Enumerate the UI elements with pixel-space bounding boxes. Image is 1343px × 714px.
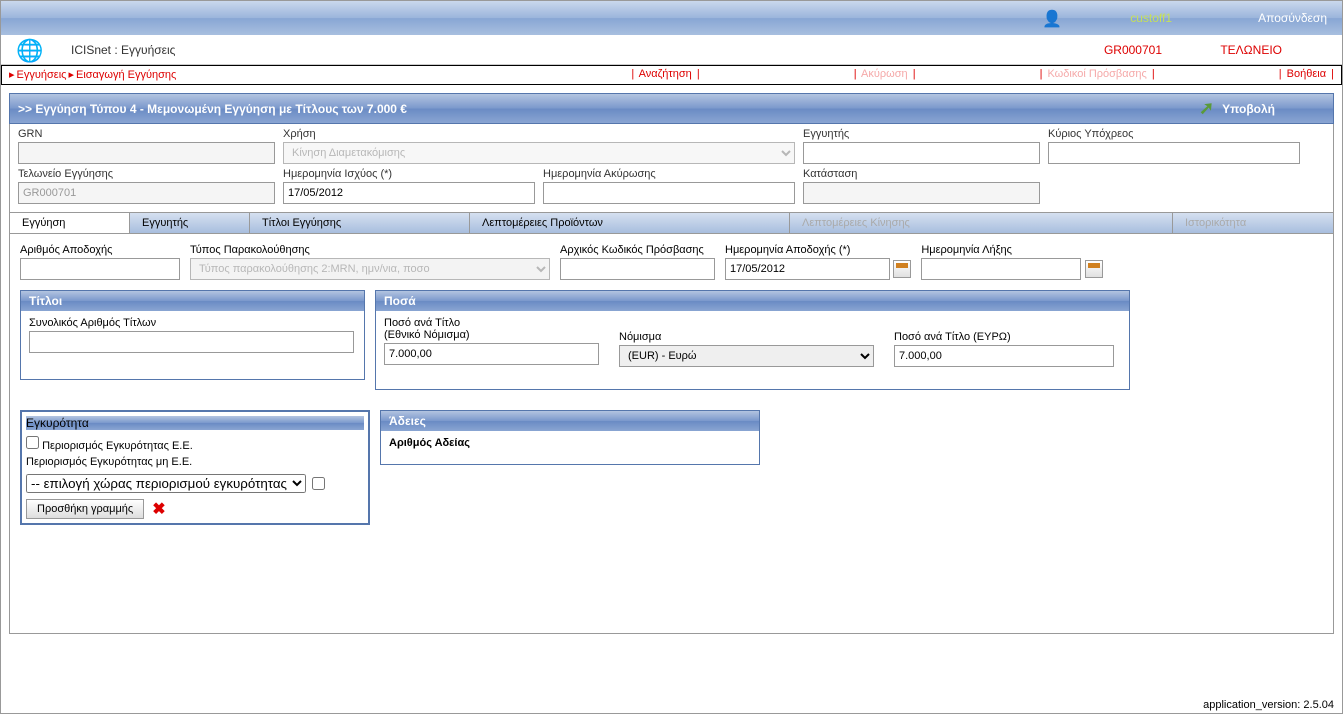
breadcrumb: ▸Εγγυήσεις▸Εισαγωγή Εγγύησης [7, 68, 176, 82]
limit-eu-checkbox[interactable] [26, 436, 39, 449]
bc-part1[interactable]: Εγγυήσεις [17, 69, 67, 81]
currency-label: Νόμισμα [619, 331, 874, 343]
amounts-panel: Ποσά Ποσό ανά Τίτλο(Εθνικό Νόμισμα) Νόμι… [375, 290, 1130, 390]
username-link[interactable]: custoff1 [1130, 11, 1172, 25]
tab-content: Αριθμός Αποδοχής Τύπος Παρακολούθησης Τύ… [9, 234, 1334, 634]
titles-panel: Τίτλοι Συνολικός Αριθμός Τίτλων [20, 290, 365, 380]
licenses-panel: Άδειες Αριθμός Αδείας [380, 410, 760, 465]
license-num-label: Αριθμός Αδείας [389, 437, 751, 449]
valid-date-input[interactable] [283, 182, 535, 204]
guarantor-input[interactable] [803, 142, 1040, 164]
submit-arrow-icon: ➚ [1199, 98, 1214, 119]
office-field-label: Τελωνείο Εγγύησης [18, 168, 275, 180]
accept-num-label: Αριθμός Αποδοχής [20, 244, 180, 256]
accept-num-input[interactable] [20, 258, 180, 280]
limit-noneu-label: Περιορισμός Εγκυρότητας μη Ε.Ε. [26, 456, 192, 468]
calendar-icon[interactable] [1085, 260, 1103, 278]
tab-history: Ιστορικότητα [1173, 213, 1333, 233]
valid-date-label: Ημερομηνία Ισχύος (*) [283, 168, 535, 180]
grn-label: GRN [18, 128, 275, 140]
accept-date-label: Ημερομηνία Αποδοχής (*) [725, 244, 911, 256]
total-titles-input[interactable] [29, 331, 354, 353]
globe-icon: 🌐 [16, 38, 43, 64]
limit-eu-label: Περιορισμός Εγκυρότητας Ε.Ε. [42, 440, 193, 452]
usage-select[interactable]: Κίνηση Διαμετακόμισης [283, 142, 795, 164]
status-input [803, 182, 1040, 204]
usage-label: Χρήση [283, 128, 795, 140]
form-grid: GRN Χρήση Κίνηση Διαμετακόμισης Εγγυητής… [9, 124, 1334, 213]
amount-euro-label: Ποσό ανά Τίτλο (ΕΥΡΩ) [894, 331, 1114, 343]
tab-movement: Λεπτομέρειες Κίνησης [790, 213, 1173, 233]
guarantor-label: Εγγυητής [803, 128, 1040, 140]
initial-code-input[interactable] [560, 258, 715, 280]
principal-input[interactable] [1048, 142, 1300, 164]
initial-code-label: Αρχικός Κωδικός Πρόσβασης [560, 244, 715, 256]
app-header: 🌐 ICISnet : Εγγυήσεις GR000701 ΤΕΛΩΝΕΙΟ [1, 35, 1342, 65]
expiry-date-input[interactable] [921, 258, 1081, 280]
titles-panel-header: Τίτλοι [21, 291, 364, 311]
calendar-icon[interactable] [893, 260, 911, 278]
office-code: GR000701 [1104, 43, 1162, 57]
licenses-panel-header: Άδειες [381, 411, 759, 431]
grn-input [18, 142, 275, 164]
bc-part2[interactable]: Εισαγωγή Εγγύησης [76, 69, 176, 81]
amount-national-input[interactable] [384, 343, 599, 365]
topbar: 👤 custoff1 Αποσύνδεση [1, 1, 1342, 35]
panel-header: >> Εγγύηση Τύπου 4 - Μεμονωμένη Εγγύηση … [9, 93, 1334, 124]
delete-icon[interactable]: ✖ [152, 499, 165, 519]
cancel-date-label: Ημερομηνία Ακύρωσης [543, 168, 795, 180]
nav-search[interactable]: Αναζήτηση [639, 68, 692, 80]
nav-help[interactable]: Βοήθεια [1287, 68, 1326, 80]
monitor-type-label: Τύπος Παρακολούθησης [190, 244, 550, 256]
footer-version: application_version: 2.5.04 [1203, 699, 1334, 711]
total-titles-label: Συνολικός Αριθμός Τίτλων [29, 317, 356, 329]
amounts-panel-header: Ποσά [376, 291, 1129, 311]
logout-link[interactable]: Αποσύνδεση [1258, 11, 1327, 25]
accept-date-input[interactable] [725, 258, 890, 280]
breadcrumb-bar: ▸Εγγυήσεις▸Εισαγωγή Εγγύησης | Αναζήτηση… [1, 65, 1342, 85]
cancel-date-input[interactable] [543, 182, 795, 204]
tabs: Εγγύηση Εγγυητής Τίτλοι Εγγύησης Λεπτομέ… [9, 213, 1334, 234]
add-row-button[interactable]: Προσθήκη γραμμής [26, 499, 144, 519]
nav-codes: Κωδικοί Πρόσβασης [1047, 68, 1146, 80]
status-label: Κατάσταση [803, 168, 1040, 180]
principal-label: Κύριος Υπόχρεος [1048, 128, 1300, 140]
user-icon: 👤 [1042, 9, 1062, 29]
nav-cancel: Ακύρωση [861, 68, 908, 80]
country-select[interactable]: -- επιλογή χώρας περιορισμού εγκυρότητας… [26, 474, 306, 493]
app-title: ICISnet : Εγγυήσεις [71, 43, 175, 57]
submit-button[interactable]: ➚ Υποβολή [1199, 98, 1275, 119]
monitor-type-select[interactable]: Τύπος παρακολούθησης 2:MRN, ημν/νια, ποσ… [190, 258, 550, 280]
tab-titles[interactable]: Τίτλοι Εγγύησης [250, 213, 470, 233]
tab-guarantee[interactable]: Εγγύηση [10, 213, 130, 233]
tab-products[interactable]: Λεπτομέρειες Προϊόντων [470, 213, 790, 233]
office-input [18, 182, 275, 204]
panel-title: >> Εγγύηση Τύπου 4 - Μεμονωμένη Εγγύηση … [18, 102, 407, 116]
expiry-date-label: Ημερομηνία Λήξης [921, 244, 1102, 256]
tab-guarantor[interactable]: Εγγυητής [130, 213, 250, 233]
office-label: ΤΕΛΩΝΕΙΟ [1220, 43, 1282, 57]
currency-select[interactable]: (EUR) - Ευρώ [619, 345, 874, 367]
country-checkbox[interactable] [312, 477, 325, 490]
amount-euro-input[interactable] [894, 345, 1114, 367]
validity-panel: Εγκυρότητα Περιορισμός Εγκυρότητας Ε.Ε. … [20, 410, 370, 525]
amount-national-label: Ποσό ανά Τίτλο(Εθνικό Νόμισμα) [384, 317, 599, 341]
validity-panel-header: Εγκυρότητα [26, 416, 364, 430]
